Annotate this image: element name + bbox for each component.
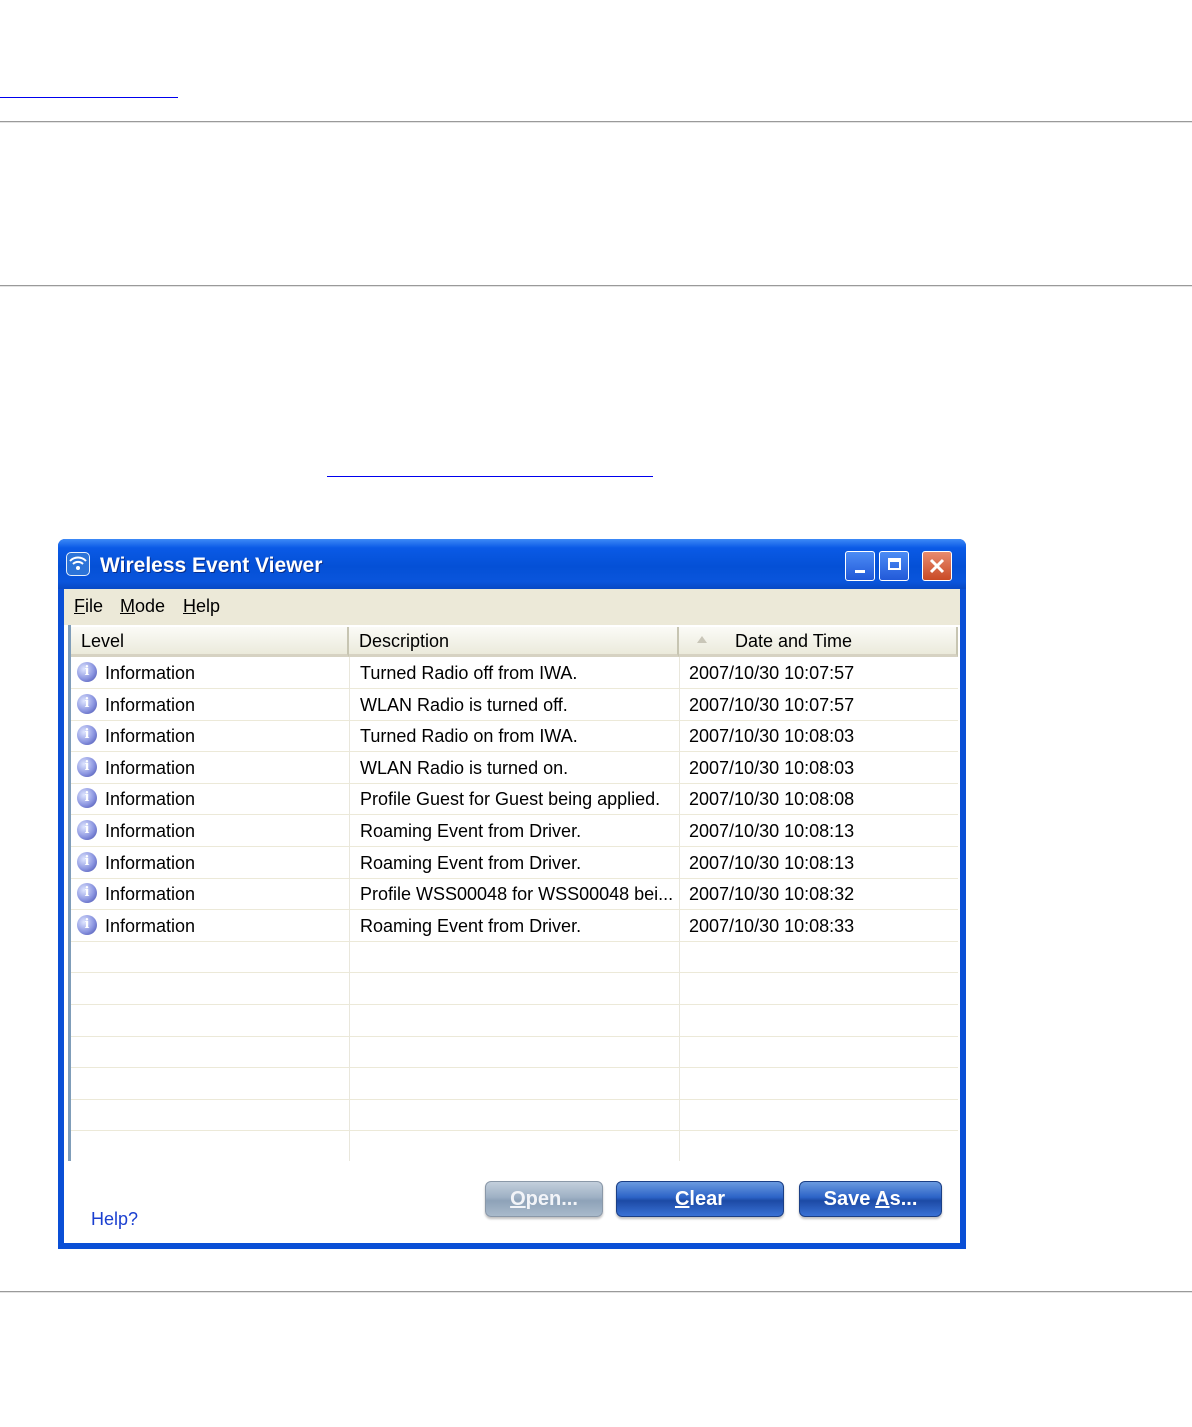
description-cell: Turned Radio off from IWA. bbox=[360, 663, 578, 683]
column-header-date-time[interactable]: Date and Time bbox=[679, 627, 958, 657]
table-row[interactable]: i Information Profile WSS00048 for WSS0004… bbox=[71, 878, 958, 911]
level-cell: Information bbox=[105, 915, 196, 936]
description-cell: Profile WSS00048 for WSS00048 bei... bbox=[360, 884, 674, 905]
table-row[interactable]: i Information WLAN Radio is turned on. 2007… bbox=[71, 752, 958, 784]
close-button[interactable] bbox=[922, 551, 952, 581]
level-cell: Information bbox=[105, 663, 196, 683]
window-title: Wireless Event Viewer bbox=[100, 554, 323, 577]
description-cell: Turned Radio on from IWA. bbox=[360, 726, 578, 747]
column-divider bbox=[349, 657, 350, 1161]
title-bar[interactable]: Wireless Event Viewer bbox=[58, 539, 966, 589]
information-icon: i bbox=[77, 851, 97, 872]
window-client: File Mode Help Level Description Date an… bbox=[64, 589, 960, 1243]
datetime-cell: 2007/10/30 10:07:57 bbox=[689, 663, 855, 683]
top-link-underline[interactable] bbox=[0, 97, 178, 98]
table-row[interactable]: i Information Roaming Event from Driver. 20… bbox=[71, 910, 958, 942]
description-cell: WLAN Radio is turned off. bbox=[360, 694, 568, 715]
horizontal-rule bbox=[0, 1291, 1192, 1293]
table-row[interactable]: i Information Roaming Event from Driver. 20… bbox=[71, 815, 958, 847]
column-header-description[interactable]: Description bbox=[349, 627, 679, 657]
information-icon: i bbox=[77, 820, 97, 840]
wireless-signal-icon bbox=[66, 552, 90, 576]
description-cell: Roaming Event from Driver. bbox=[360, 852, 582, 873]
maximize-icon bbox=[887, 558, 901, 570]
menu-file[interactable]: File bbox=[74, 596, 103, 617]
datetime-cell: 2007/10/30 10:08:13 bbox=[689, 852, 855, 873]
information-icon: i bbox=[77, 693, 97, 714]
open-button[interactable]: Open... bbox=[485, 1181, 603, 1217]
minimize-icon bbox=[855, 570, 865, 573]
horizontal-rule bbox=[0, 121, 1192, 123]
column-divider bbox=[679, 657, 680, 1161]
help-link[interactable]: Help? bbox=[91, 1209, 138, 1230]
level-cell: Information bbox=[105, 757, 196, 778]
information-icon: i bbox=[77, 788, 97, 809]
datetime-cell: 2007/10/30 10:08:13 bbox=[689, 821, 855, 841]
footer-area: Help? Open... Clear Save As... bbox=[64, 1161, 960, 1243]
clear-button[interactable]: Clear bbox=[616, 1181, 784, 1217]
empty-row[interactable] bbox=[71, 941, 958, 974]
description-cell: WLAN Radio is turned on. bbox=[360, 757, 569, 778]
description-cell: Roaming Event from Driver. bbox=[360, 915, 582, 936]
menu-mode[interactable]: Mode bbox=[120, 596, 165, 617]
empty-row[interactable] bbox=[71, 1068, 958, 1100]
level-cell: Information bbox=[105, 694, 196, 715]
wireless-event-viewer-window: Wireless Event Viewer File Mode Help Lev… bbox=[58, 539, 966, 1249]
menu-help[interactable]: Help bbox=[183, 596, 220, 617]
table-row[interactable]: i Information Turned Radio off from IWA. 20… bbox=[71, 657, 958, 689]
column-header-level[interactable]: Level bbox=[71, 627, 349, 657]
information-icon: i bbox=[77, 883, 97, 904]
save-as-button[interactable]: Save As... bbox=[799, 1181, 942, 1217]
datetime-cell: 2007/10/30 10:07:57 bbox=[689, 694, 855, 715]
empty-row[interactable] bbox=[71, 1005, 958, 1037]
information-icon: i bbox=[77, 725, 97, 746]
empty-row[interactable] bbox=[71, 973, 958, 1005]
description-cell: Profile Guest for Guest being applied. bbox=[360, 789, 661, 810]
menu-bar: File Mode Help bbox=[64, 589, 960, 625]
level-cell: Information bbox=[105, 789, 196, 810]
mid-link-underline[interactable] bbox=[327, 476, 653, 477]
datetime-cell: 2007/10/30 10:08:08 bbox=[689, 789, 855, 810]
table-row[interactable]: i Information Profile Guest for Guest bein… bbox=[71, 783, 958, 816]
datetime-cell: 2007/10/30 10:08:03 bbox=[689, 757, 855, 778]
level-cell: Information bbox=[105, 726, 196, 747]
description-cell: Roaming Event from Driver. bbox=[360, 821, 582, 841]
close-icon bbox=[929, 558, 945, 574]
minimize-button[interactable] bbox=[845, 551, 875, 581]
level-cell: Information bbox=[105, 821, 196, 841]
information-icon: i bbox=[77, 662, 97, 682]
table-row[interactable]: i Information WLAN Radio is turned off. 200… bbox=[71, 689, 958, 721]
information-icon: i bbox=[77, 914, 97, 935]
table-row[interactable]: i Information Turned Radio on from IWA. 200… bbox=[71, 720, 958, 753]
table-row[interactable]: i Information Roaming Event from Driver. 20… bbox=[71, 847, 958, 879]
datetime-cell: 2007/10/30 10:08:32 bbox=[689, 884, 855, 905]
sort-arrow-icon bbox=[697, 636, 707, 643]
event-list[interactable]: Level Description Date and Time i Informa… bbox=[68, 625, 958, 1161]
horizontal-rule bbox=[0, 285, 1192, 287]
empty-row[interactable] bbox=[71, 1099, 958, 1132]
datetime-cell: 2007/10/30 10:08:33 bbox=[689, 915, 855, 936]
empty-row[interactable] bbox=[71, 1036, 958, 1069]
datetime-cell: 2007/10/30 10:08:03 bbox=[689, 726, 855, 747]
level-cell: Information bbox=[105, 884, 196, 905]
maximize-button[interactable] bbox=[879, 551, 909, 581]
information-icon: i bbox=[77, 756, 97, 777]
level-cell: Information bbox=[105, 852, 196, 873]
empty-row[interactable] bbox=[71, 1131, 958, 1161]
